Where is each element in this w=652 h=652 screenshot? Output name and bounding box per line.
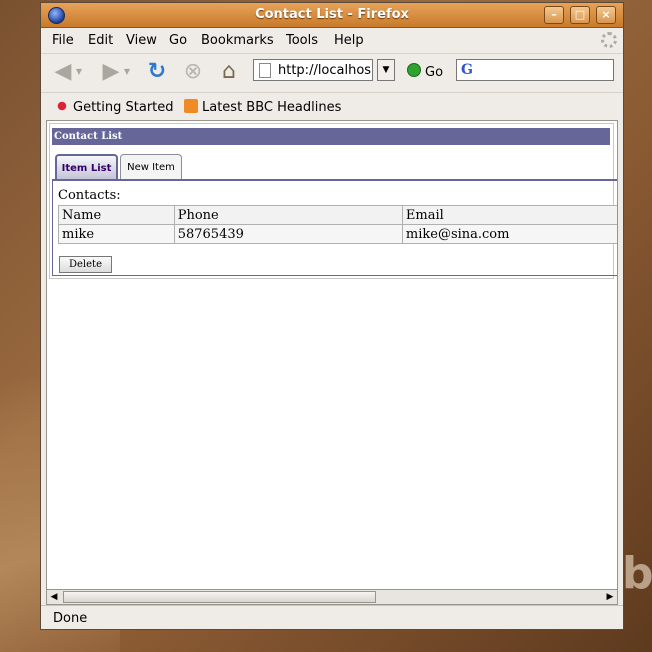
scroll-left-icon[interactable]: ◀	[47, 590, 61, 604]
navigation-toolbar: ◀ ▼ ▶ ▼ ↻ ⊗ ⌂ http://localhos ▼ Go G	[41, 53, 623, 90]
status-text: Done	[53, 611, 88, 626]
bookmark-bbc-headlines[interactable]: Latest BBC Headlines	[184, 99, 341, 115]
column-header-name[interactable]: Name	[58, 205, 175, 225]
table-row[interactable]: mike 58765439 mike@sina.com	[58, 224, 617, 244]
desktop-watermark-letter: b	[622, 548, 652, 599]
panel-header: Contact List	[52, 128, 610, 145]
menu-file[interactable]: File	[52, 33, 74, 48]
go-icon	[407, 63, 421, 77]
tab-new-item[interactable]: New Item	[120, 154, 182, 179]
home-icon[interactable]: ⌂	[215, 59, 243, 85]
column-header-phone[interactable]: Phone	[173, 205, 403, 225]
cell-email: mike@sina.com	[401, 224, 617, 244]
status-bar: Done	[41, 605, 623, 630]
menu-tools[interactable]: Tools	[286, 33, 318, 48]
menu-bookmarks[interactable]: Bookmarks	[201, 33, 274, 48]
delete-button[interactable]: Delete	[59, 256, 112, 273]
search-input[interactable]: G	[456, 59, 614, 81]
menu-help[interactable]: Help	[334, 33, 364, 48]
tab-item-list[interactable]: Item List	[55, 154, 118, 179]
horizontal-scrollbar[interactable]: ◀ ▶	[46, 589, 618, 605]
back-dropdown-icon[interactable]: ▼	[73, 59, 85, 85]
bookmark-label: Latest BBC Headlines	[202, 100, 342, 115]
url-field[interactable]: http://localhos	[253, 59, 373, 81]
minimize-button[interactable]: –	[544, 6, 564, 24]
maximize-button[interactable]: □	[570, 6, 590, 24]
go-button[interactable]: Go	[407, 63, 443, 80]
column-header-email[interactable]: Email	[401, 205, 617, 225]
bookmark-getting-started[interactable]: Getting Started	[55, 99, 174, 115]
firefox-window: Contact List - Firefox – □ × File Edit V…	[40, 2, 624, 630]
stop-icon[interactable]: ⊗	[179, 59, 207, 85]
forward-dropdown-icon[interactable]: ▼	[121, 59, 133, 85]
google-search-icon[interactable]: G	[461, 62, 473, 78]
window-title: Contact List - Firefox	[255, 7, 409, 22]
bookmark-label: Getting Started	[73, 100, 174, 115]
bookmark-icon	[55, 99, 69, 113]
url-text: http://localhos	[278, 63, 372, 78]
page-icon	[259, 63, 271, 78]
contact-list-panel: Contact List Item List New Item Contacts…	[49, 123, 617, 279]
menu-go[interactable]: Go	[169, 33, 187, 48]
menu-view[interactable]: View	[126, 33, 157, 48]
cell-phone: 58765439	[173, 224, 403, 244]
cell-name: mike	[58, 224, 175, 244]
go-label: Go	[425, 65, 444, 80]
close-button[interactable]: ×	[596, 6, 616, 24]
throbber-icon	[601, 32, 617, 48]
contacts-table: Name Phone Email mike 58765439 mike@sina…	[58, 205, 617, 244]
bookmarks-toolbar: Getting Started Latest BBC Headlines	[41, 92, 623, 119]
title-bar[interactable]: Contact List - Firefox – □ ×	[41, 3, 623, 28]
menu-bar: File Edit View Go Bookmarks Tools Help	[41, 28, 623, 52]
menu-edit[interactable]: Edit	[88, 33, 113, 48]
scrollbar-thumb[interactable]	[63, 591, 376, 603]
tab-body: Contacts: Name Phone Email mike 58765439…	[52, 179, 617, 276]
scroll-right-icon[interactable]: ▶	[603, 590, 617, 604]
table-header-row: Name Phone Email	[58, 205, 617, 225]
page-content: Contact List Item List New Item Contacts…	[46, 120, 618, 590]
reload-icon[interactable]: ↻	[143, 59, 171, 85]
url-history-dropdown[interactable]: ▼	[377, 59, 395, 81]
rss-icon	[184, 99, 198, 113]
contacts-label: Contacts:	[58, 188, 121, 203]
